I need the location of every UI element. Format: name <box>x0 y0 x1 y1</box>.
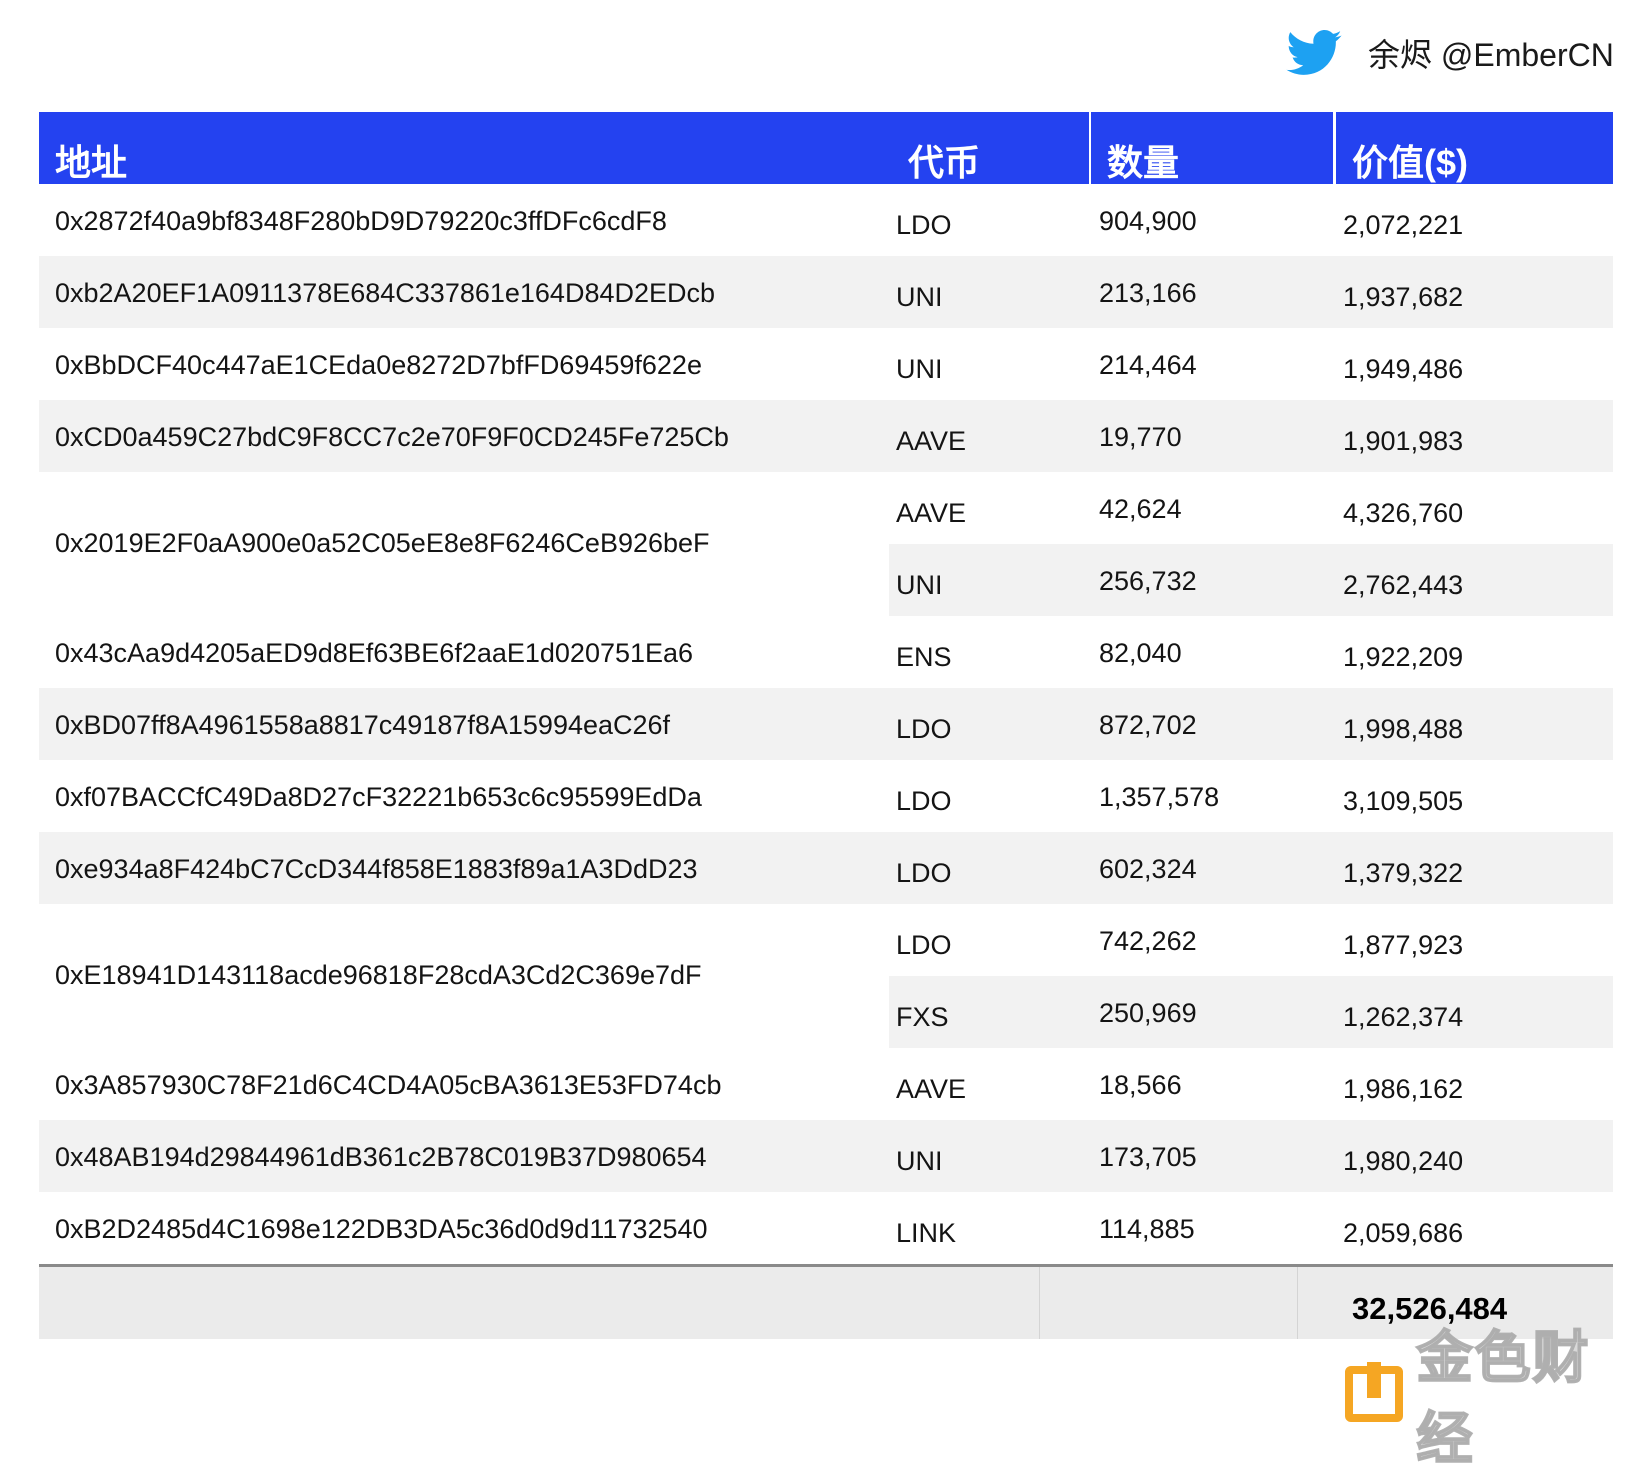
value-cell: 2,072,221 <box>1343 210 1464 240</box>
credit-text: 余烬 @EmberCN <box>1368 37 1614 73</box>
token-cell: LDO <box>896 210 952 240</box>
value-cell: 1,949,486 <box>1343 354 1464 384</box>
table-row: 0x43cAa9d4205aED9d8Ef63BE6f2aaE1d020751E… <box>39 616 1613 688</box>
token-cell: AAVE <box>896 1074 967 1104</box>
address-group: 0x43cAa9d4205aED9d8Ef63BE6f2aaE1d020751E… <box>39 616 1613 688</box>
author-credit: 余烬 @EmberCN <box>1286 30 1614 76</box>
value-cell: 1,986,162 <box>1343 1074 1464 1104</box>
amount-cell: 872,702 <box>1099 710 1197 740</box>
value-cell: 4,326,760 <box>1343 498 1464 528</box>
token-cell: ENS <box>896 642 952 672</box>
value-cell: 1,877,923 <box>1343 930 1464 960</box>
address-group: 0x48AB194d29844961dB361c2B78C019B37D9806… <box>39 1120 1613 1192</box>
table-row: 0x3A857930C78F21d6C4CD4A05cBA3613E53FD74… <box>39 1048 1613 1120</box>
header-value: 价值($) <box>1336 112 1613 184</box>
token-cell: UNI <box>896 1146 943 1176</box>
address-group: 0xb2A20EF1A0911378E684C337861e164D84D2ED… <box>39 256 1613 328</box>
header-address: 地址 <box>55 142 128 183</box>
token-cell: UNI <box>896 570 943 600</box>
amount-cell: 19,770 <box>1099 422 1182 452</box>
table-row: 0xBD07ff8A4961558a8817c49187f8A15994eaC2… <box>39 688 1613 760</box>
watermark-text: 金色财经 <box>1416 1325 1591 1471</box>
amount-cell: 1,357,578 <box>1099 782 1220 812</box>
table-row: 0xBbDCF40c447aE1CEda0e8272D7bfFD69459f62… <box>39 328 1613 400</box>
value-cell: 1,262,374 <box>1343 1002 1464 1032</box>
value-cell: 3,109,505 <box>1343 786 1464 816</box>
address-cell: 0xb2A20EF1A0911378E684C337861e164D84D2ED… <box>55 278 716 308</box>
address-group: 0xB2D2485d4C1698e122DB3DA5c36d0d9d117325… <box>39 1192 1613 1264</box>
table-header: 代币 地址 数量 价值($) <box>39 112 1613 184</box>
value-cell: 1,901,983 <box>1343 426 1464 456</box>
table-row: 0xB2D2485d4C1698e122DB3DA5c36d0d9d117325… <box>39 1192 1613 1264</box>
token-cell: LDO <box>896 930 952 960</box>
address-group: 0xCD0a459C27bdC9F8CC7c2e70F9F0CD245Fe725… <box>39 400 1613 472</box>
address-cell: 0xf07BACCfC49Da8D27cF32221b653c6c95599Ed… <box>55 782 702 812</box>
token-cell: LDO <box>896 714 952 744</box>
amount-cell: 114,885 <box>1099 1214 1195 1244</box>
address-cell: 0x48AB194d29844961dB361c2B78C019B37D9806… <box>55 1142 707 1172</box>
address-group: AAVE 42,624 4,326,760 UNI 256,732 2,762,443 0x… <box>39 472 1613 616</box>
address-cell: 0xBbDCF40c447aE1CEda0e8272D7bfFD69459f62… <box>55 350 702 380</box>
address-cell: 0xBD07ff8A4961558a8817c49187f8A15994eaC2… <box>55 710 671 740</box>
header-amount: 数量 <box>1091 112 1333 184</box>
value-cell: 1,922,209 <box>1343 642 1464 672</box>
value-cell: 1,980,240 <box>1343 1146 1464 1176</box>
amount-cell: 214,464 <box>1099 350 1197 380</box>
address-group: LDO 742,262 1,877,923 FXS 250,969 1,262,374 0x… <box>39 904 1613 1048</box>
value-cell: 1,998,488 <box>1343 714 1464 744</box>
amount-cell: 602,324 <box>1099 854 1197 884</box>
address-cell: 0x2019E2F0aA900e0a52C05eE8e8F6246CeB926b… <box>55 528 710 558</box>
table-body: 0x2872f40a9bf8348F280bD9D79220c3ffDFc6cd… <box>39 184 1613 1264</box>
address-group: 0xe934a8F424bC7CcD344f858E1883f89a1A3DdD… <box>39 832 1613 904</box>
token-cell: LINK <box>896 1218 957 1248</box>
address-group: 0xBD07ff8A4961558a8817c49187f8A15994eaC2… <box>39 688 1613 760</box>
address-cell: 0xe934a8F424bC7CcD344f858E1883f89a1A3DdD… <box>55 854 698 884</box>
amount-cell: 904,900 <box>1099 206 1197 236</box>
address-cell: 0x43cAa9d4205aED9d8Ef63BE6f2aaE1d020751E… <box>55 638 694 668</box>
amount-cell: 82,040 <box>1099 638 1182 668</box>
amount-cell: 173,705 <box>1099 1142 1197 1172</box>
token-cell: FXS <box>896 1002 949 1032</box>
watermark: 金色财经 <box>1345 1313 1646 1475</box>
token-cell: LDO <box>896 858 952 888</box>
table-row: 0xCD0a459C27bdC9F8CC7c2e70F9F0CD245Fe725… <box>39 400 1613 472</box>
holdings-table: 代币 地址 数量 价值($) 0x2872f40a9bf8348F280bD9D… <box>39 112 1613 1339</box>
token-cell: AAVE <box>896 426 967 456</box>
address-group: 0xBbDCF40c447aE1CEda0e8272D7bfFD69459f62… <box>39 328 1613 400</box>
jinse-logo-icon <box>1345 1362 1403 1422</box>
token-cell: UNI <box>896 282 943 312</box>
value-cell: 2,059,686 <box>1343 1218 1464 1248</box>
table-row: 0x48AB194d29844961dB361c2B78C019B37D9806… <box>39 1120 1613 1192</box>
table-row: 0x2872f40a9bf8348F280bD9D79220c3ffDFc6cd… <box>39 184 1613 256</box>
address-cell: 0xCD0a459C27bdC9F8CC7c2e70F9F0CD245Fe725… <box>55 422 729 452</box>
address-group: 0x3A857930C78F21d6C4CD4A05cBA3613E53FD74… <box>39 1048 1613 1120</box>
token-cell: LDO <box>896 786 952 816</box>
address-group: 0x2872f40a9bf8348F280bD9D79220c3ffDFc6cd… <box>39 184 1613 256</box>
amount-cell: 742,262 <box>1099 926 1197 956</box>
value-cell: 1,937,682 <box>1343 282 1464 312</box>
table-row: 0xe934a8F424bC7CcD344f858E1883f89a1A3DdD… <box>39 832 1613 904</box>
twitter-bird-icon <box>1286 30 1342 75</box>
amount-cell: 18,566 <box>1099 1070 1182 1100</box>
token-cell: UNI <box>896 354 943 384</box>
value-cell: 2,762,443 <box>1343 570 1464 600</box>
amount-cell: 250,969 <box>1099 998 1197 1028</box>
table-row: 0xb2A20EF1A0911378E684C337861e164D84D2ED… <box>39 256 1613 328</box>
column-divider <box>1297 1267 1298 1339</box>
value-cell: 1,379,322 <box>1343 858 1464 888</box>
address-cell: 0xE18941D143118acde96818F28cdA3Cd2C369e7… <box>55 960 702 990</box>
column-divider <box>1039 1267 1040 1339</box>
address-cell: 0xB2D2485d4C1698e122DB3DA5c36d0d9d117325… <box>55 1214 708 1244</box>
amount-cell: 256,732 <box>1099 566 1197 596</box>
amount-cell: 42,624 <box>1099 494 1182 524</box>
address-group: 0xf07BACCfC49Da8D27cF32221b653c6c95599Ed… <box>39 760 1613 832</box>
token-cell: AAVE <box>896 498 967 528</box>
amount-cell: 213,166 <box>1099 278 1197 308</box>
address-cell: 0x3A857930C78F21d6C4CD4A05cBA3613E53FD74… <box>55 1070 722 1100</box>
address-cell: 0x2872f40a9bf8348F280bD9D79220c3ffDFc6cd… <box>55 206 667 236</box>
table-row: 0xf07BACCfC49Da8D27cF32221b653c6c95599Ed… <box>39 760 1613 832</box>
